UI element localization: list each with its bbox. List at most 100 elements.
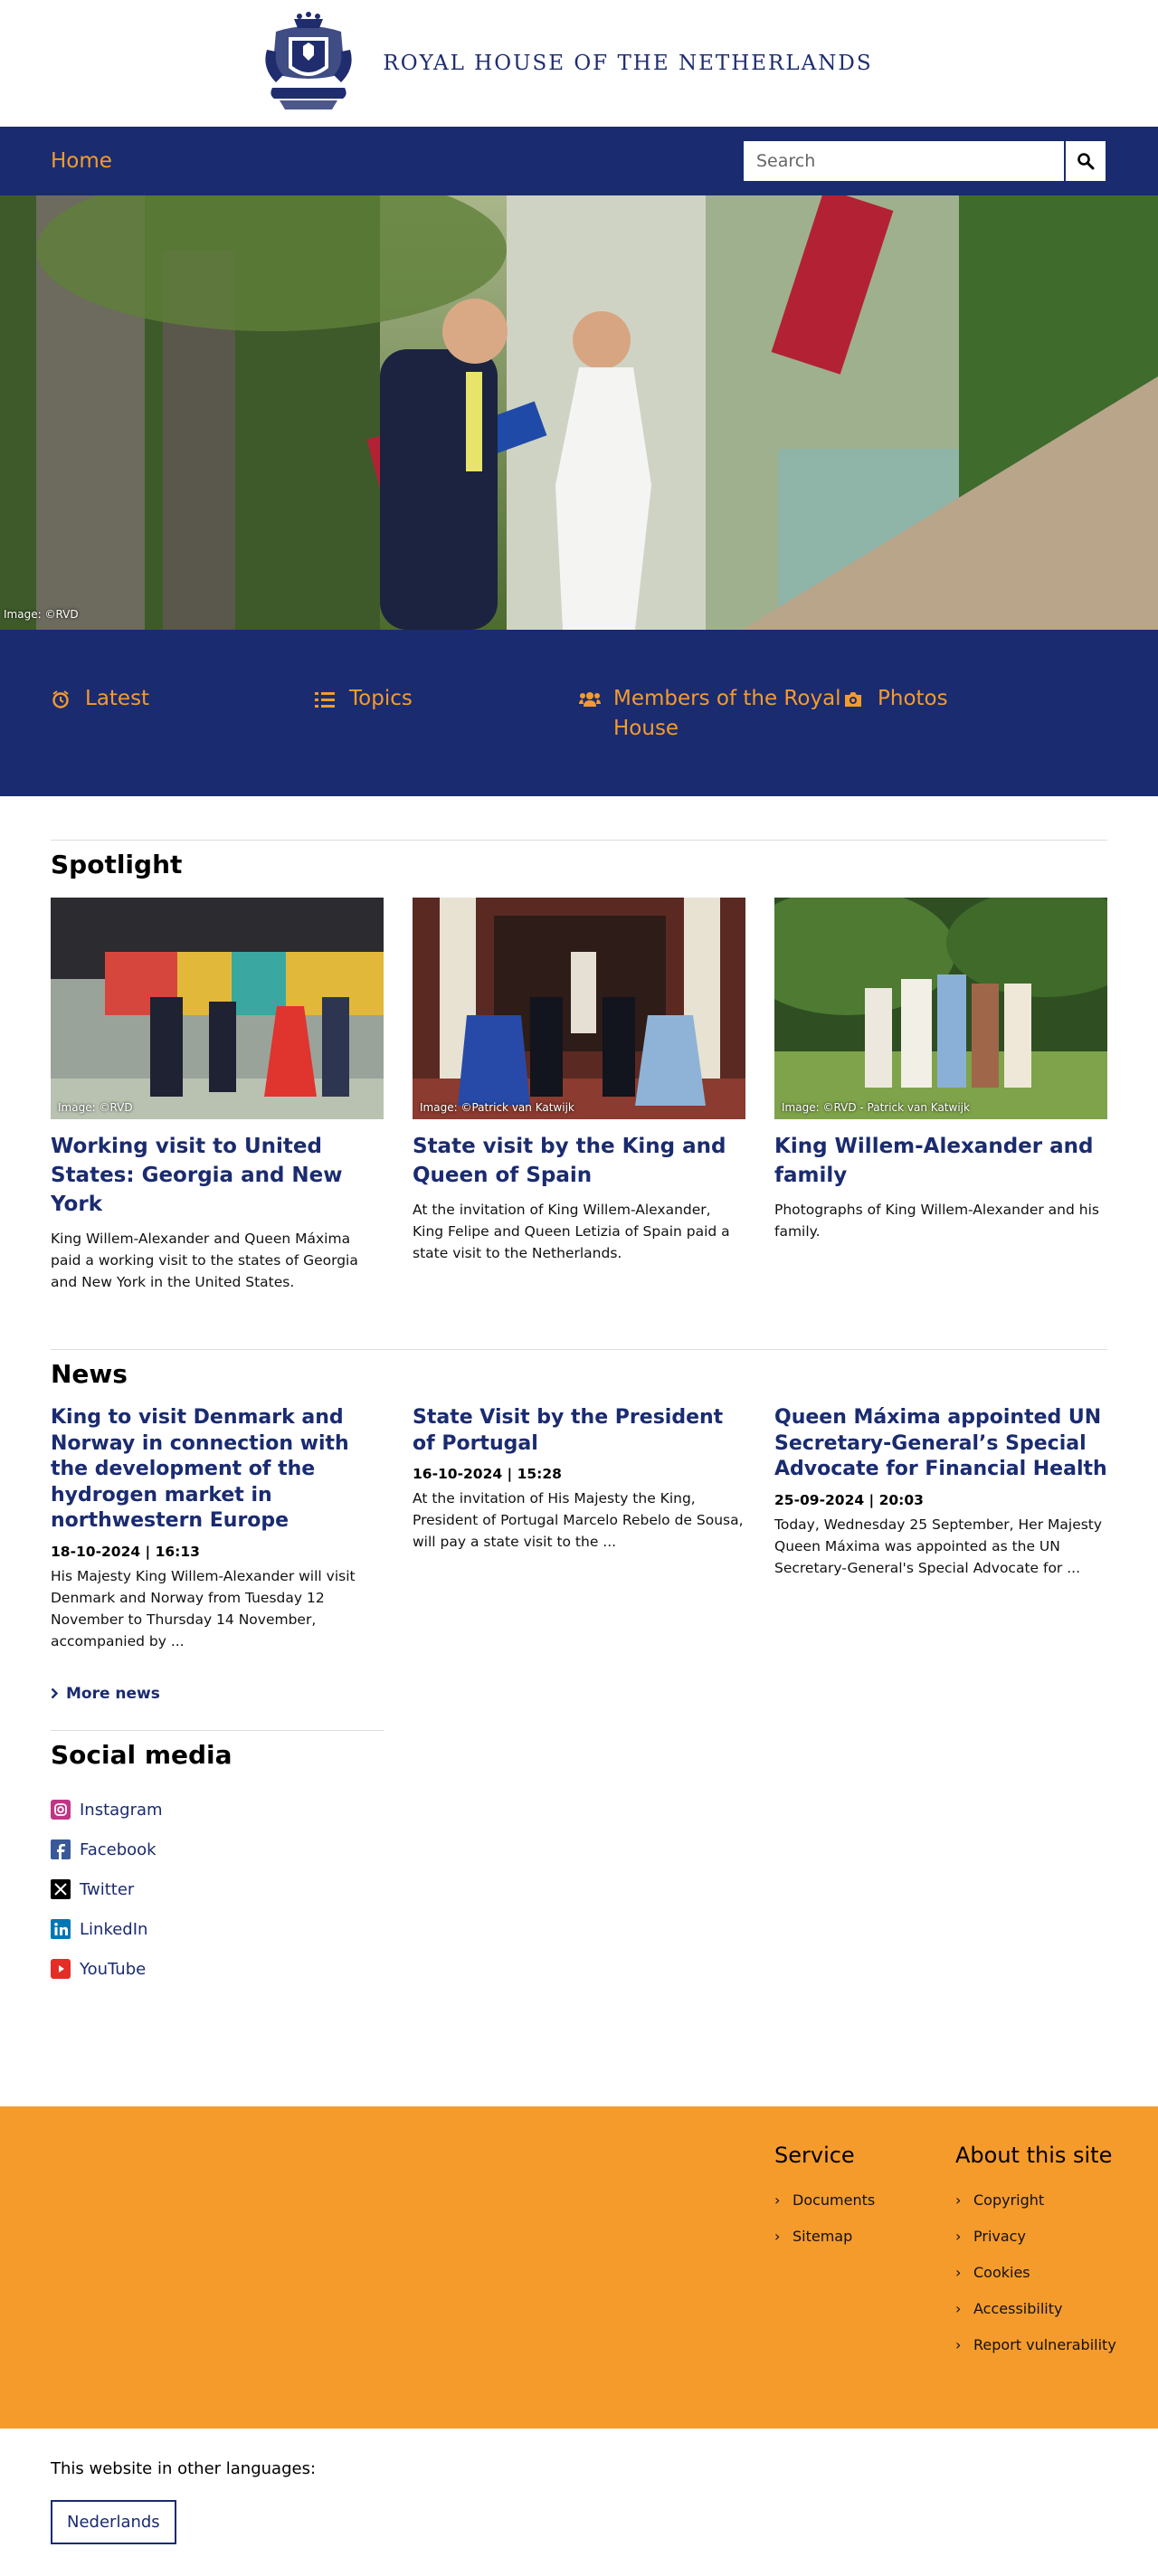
language-section: This website in other languages: Nederla… — [0, 2429, 1158, 2571]
quicklink-photos[interactable]: Photos — [843, 684, 1107, 796]
site-logo-link[interactable]: ROYAL HOUSE OF THE NETHERLANDS — [258, 10, 872, 117]
news-title[interactable]: King to visit Denmark and Norway in conn… — [51, 1405, 384, 1535]
footer-link-cookies[interactable]: › Cookies — [955, 2262, 1118, 2284]
chevron-right-icon: › — [955, 2300, 962, 2317]
chevron-right-icon: › — [774, 2191, 781, 2209]
social-label: Facebook — [80, 1839, 157, 1859]
footer-about-column: About this site › Copyright › Privacy › Coo… — [955, 2143, 1118, 2371]
spotlight-card[interactable]: Image: ©RVD - Patrick van Katwijk King W… — [774, 898, 1107, 1293]
news-date: 16-10-2024 | 15:28 — [413, 1466, 562, 1482]
list-icon — [315, 684, 337, 714]
quicklink-topics[interactable]: Topics — [315, 684, 579, 796]
hero-image: Image: ©RVD — [0, 195, 1158, 630]
social-label: Twitter — [80, 1879, 135, 1899]
social-link-youtube[interactable]: YouTube — [51, 1949, 384, 1989]
language-option-nederlands[interactable]: Nederlands — [51, 2500, 176, 2544]
chevron-right-icon — [51, 1687, 59, 1699]
footer-link-label: Sitemap — [793, 2228, 853, 2245]
spotlight-section: Spotlight Image: ©RVD Working visit to U… — [0, 796, 1158, 1293]
search-input[interactable] — [742, 139, 1064, 183]
footer-link-label: Privacy — [973, 2228, 1026, 2245]
spotlight-heading: Spotlight — [51, 850, 183, 879]
search-form — [742, 139, 1107, 183]
site-name: ROYAL HOUSE OF THE NETHERLANDS — [383, 52, 873, 75]
more-news-label: More news — [66, 1684, 160, 1703]
social-link-instagram[interactable]: Instagram — [51, 1790, 384, 1830]
news-title[interactable]: State Visit by the President of Portugal — [413, 1405, 745, 1457]
linkedin-icon — [51, 1919, 71, 1939]
camera-icon — [843, 684, 865, 714]
news-title[interactable]: Queen Máxima appointed UN Secretary-Gene… — [774, 1405, 1107, 1483]
footer-link-privacy[interactable]: › Privacy — [955, 2226, 1118, 2248]
footer-link-label: Accessibility — [973, 2300, 1063, 2317]
site-header: ROYAL HOUSE OF THE NETHERLANDS — [0, 0, 1158, 127]
news-summary: Today, Wednesday 25 September, Her Majes… — [774, 1516, 1103, 1576]
facebook-icon — [51, 1839, 71, 1859]
footer-link-documents[interactable]: › Documents — [774, 2190, 875, 2211]
hero-photo — [0, 195, 1158, 630]
footer-service-heading: Service — [774, 2143, 855, 2168]
quicklinks-bar: Latest Topics Members of the Royal House… — [0, 630, 1158, 796]
news-summary: At the invitation of His Majesty the Kin… — [413, 1490, 744, 1550]
footer-link-label: Copyright — [973, 2191, 1045, 2209]
news-heading: News — [51, 1359, 128, 1389]
footer-link-accessibility[interactable]: › Accessibility — [955, 2298, 1118, 2320]
footer-link-label: Documents — [793, 2191, 876, 2209]
section-divider — [51, 1349, 1107, 1350]
card-image-credit: Image: ©RVD — [58, 1101, 133, 1114]
main-navbar: Home — [0, 127, 1158, 195]
language-label: This website in other languages: — [51, 2459, 317, 2478]
more-news-link[interactable]: More news — [51, 1685, 160, 1703]
quicklink-label: Latest — [85, 687, 150, 710]
social-link-twitter[interactable]: Twitter — [51, 1869, 384, 1909]
card-description: King Willem-Alexander and Queen Máxima p… — [51, 1231, 358, 1290]
footer-about-heading: About this site — [955, 2143, 1113, 2168]
social-heading: Social media — [51, 1740, 233, 1770]
section-divider — [51, 840, 1107, 841]
footer-service-column: Service › Documents › Sitemap — [774, 2143, 875, 2262]
card-description: Photographs of King Willem-Alexander and… — [774, 1202, 1099, 1240]
quicklink-label: Members of the Royal House — [613, 687, 841, 740]
chevron-right-icon: › — [955, 2336, 962, 2353]
quicklink-latest[interactable]: Latest — [51, 684, 315, 796]
search-button[interactable] — [1064, 139, 1107, 183]
card-title[interactable]: King Willem-Alexander and family — [774, 1132, 1107, 1190]
card-title[interactable]: State visit by the King and Queen of Spa… — [413, 1132, 745, 1190]
card-title[interactable]: Working visit to United States: Georgia … — [51, 1132, 384, 1219]
group-icon — [579, 684, 601, 714]
card-image: Image: ©RVD - Patrick van Katwijk — [774, 898, 1107, 1119]
spotlight-photo-working-visit — [51, 898, 384, 1119]
footer-link-report-vulnerability[interactable]: › Report vulnerability — [955, 2334, 1118, 2356]
spotlight-card[interactable]: Image: ©Patrick van Katwijk State visit … — [413, 898, 745, 1293]
youtube-icon — [51, 1959, 71, 1979]
social-link-linkedin[interactable]: LinkedIn — [51, 1909, 384, 1949]
card-image: Image: ©Patrick van Katwijk — [413, 898, 745, 1119]
quicklink-members[interactable]: Members of the Royal House — [579, 684, 843, 796]
spotlight-card[interactable]: Image: ©RVD Working visit to United Stat… — [51, 898, 384, 1293]
card-image: Image: ©RVD — [51, 898, 384, 1119]
news-item[interactable]: King to visit Denmark and Norway in conn… — [51, 1405, 384, 1652]
chevron-right-icon: › — [774, 2228, 781, 2245]
footer-link-label: Report vulnerability — [973, 2336, 1116, 2353]
news-date: 25-09-2024 | 20:03 — [774, 1491, 924, 1508]
quicklink-label: Topics — [349, 687, 413, 710]
chevron-right-icon: › — [955, 2264, 962, 2281]
card-image-credit: Image: ©Patrick van Katwijk — [420, 1101, 574, 1114]
social-label: LinkedIn — [80, 1919, 148, 1939]
card-image-credit: Image: ©RVD - Patrick van Katwijk — [782, 1101, 970, 1114]
chevron-right-icon: › — [955, 2191, 962, 2209]
card-description: At the invitation of King Willem-Alexand… — [413, 1202, 730, 1261]
hero-image-credit: Image: ©RVD — [4, 608, 79, 621]
news-item[interactable]: Queen Máxima appointed UN Secretary-Gene… — [774, 1405, 1107, 1652]
nav-home-link[interactable]: Home — [51, 149, 112, 173]
spotlight-photo-family — [774, 898, 1107, 1119]
news-item[interactable]: State Visit by the President of Portugal… — [413, 1405, 745, 1652]
alarm-clock-icon — [51, 684, 72, 714]
footer-link-sitemap[interactable]: › Sitemap — [774, 2226, 875, 2248]
social-link-facebook[interactable]: Facebook — [51, 1830, 384, 1869]
news-summary: His Majesty King Willem-Alexander will v… — [51, 1567, 356, 1649]
news-date: 18-10-2024 | 16:13 — [51, 1543, 200, 1560]
social-media-block: Social media Instagram Facebook Twitter — [51, 1730, 384, 1989]
quicklink-label: Photos — [878, 687, 948, 710]
footer-link-copyright[interactable]: › Copyright — [955, 2190, 1118, 2211]
